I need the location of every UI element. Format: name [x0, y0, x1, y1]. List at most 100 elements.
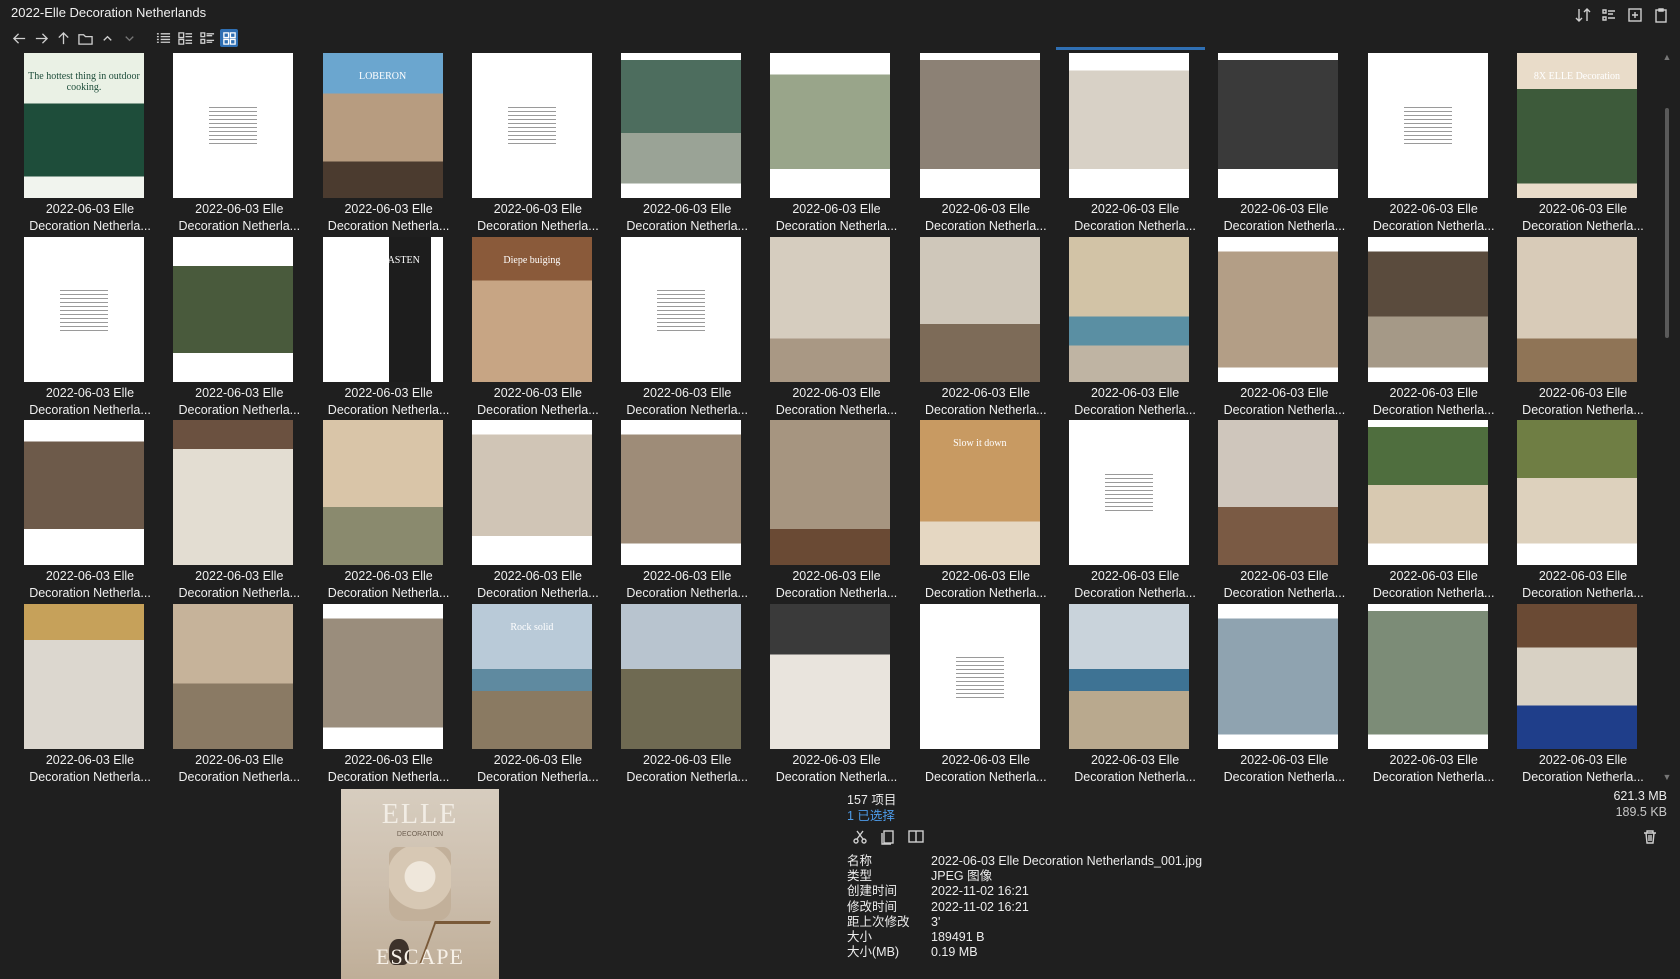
thumbnail-label-date: 2022-06-03 Elle [45, 202, 135, 216]
thumbnail-label-date: 2022-06-03 Elle [1538, 569, 1628, 583]
thumbnail-image [1218, 53, 1339, 198]
tree-view-icon[interactable] [198, 29, 216, 47]
vertical-scrollbar[interactable]: ▲ ▼ [1662, 52, 1672, 782]
up-icon[interactable] [54, 29, 72, 47]
thumbnail-image [770, 420, 891, 565]
thumbnail-item[interactable]: 2022-06-03 Elle Decoration Netherla... [317, 603, 466, 786]
thumbnail-item[interactable]: 2022-06-03 Elle Decoration Netherla... [914, 52, 1063, 236]
header-actions [1574, 6, 1670, 24]
thumbnail-label-date: 2022-06-03 Elle [344, 385, 433, 400]
thumbnail-image [770, 53, 891, 198]
thumbnail-item[interactable]: 2022-06-03 Elle Decoration Netherla... [615, 603, 764, 786]
thumbnail-item[interactable]: 8X ELLE Decoration 2022-06-03 Elle Decorat… [1511, 52, 1648, 236]
folder-icon[interactable] [76, 29, 94, 47]
thumbnail-item[interactable]: 2022-06-03 Elle Decoration Netherla... [1063, 419, 1212, 603]
thumbnail-label-date: 2022-06-03 Elle [1240, 385, 1329, 400]
thumbnail-label-name: Decoration Netherla... [1522, 402, 1644, 417]
thumbnail-caption: LOBERON [358, 71, 407, 82]
thumbnail-image [173, 53, 294, 198]
thumbnail-view-icon[interactable] [220, 29, 238, 47]
thumbnail-item[interactable]: 2022-06-03 Elle Decoration Netherla... [1063, 236, 1212, 420]
thumbnail-item[interactable]: 2022-06-03 Elle Decoration Netherla... [764, 52, 913, 236]
thumbnail-item[interactable]: 2022-06-03 Elle Decoration Netherla... [615, 236, 764, 420]
chevron-down-icon[interactable] [120, 29, 138, 47]
thumbnail-item[interactable]: Rock solid 2022-06-03 Elle Decoration Neth… [466, 603, 615, 786]
thumbnail-item[interactable]: 2022-06-03 Elle Decoration Netherla... [1511, 603, 1648, 786]
scroll-up-icon[interactable]: ▲ [1662, 52, 1672, 62]
back-icon[interactable] [10, 29, 28, 47]
thumbnail-item[interactable]: 2022-06-03 Elle Decoration Netherla... [764, 603, 913, 786]
thumbnail-item[interactable]: 2022-06-03 Elle Decoration Netherla... [167, 419, 316, 603]
thumbnail-label-name: Decoration Netherla... [626, 769, 748, 784]
thumbnail-item[interactable]: 2022-06-03 Elle Decoration Netherla... [1212, 603, 1361, 786]
chevron-up-icon[interactable] [98, 29, 116, 47]
trash-icon[interactable] [1641, 828, 1659, 846]
thumbnail-item[interactable]: LOBERON 2022-06-03 Elle Decoration Netherl… [317, 52, 466, 236]
thumbnail-item[interactable]: ZOMERGASTEN 2022-06-03 Elle Decoration Net… [317, 236, 466, 420]
thumbnail-label-name: Decoration Netherla... [178, 769, 301, 784]
thumbnail-item[interactable]: 2022-06-03 Elle Decoration Netherla... [1362, 52, 1511, 236]
thumbnail-image [24, 420, 144, 565]
thumbnail-item[interactable]: 2022-06-03 Elle Decoration Netherla... [1063, 52, 1212, 236]
scissors-icon[interactable] [851, 828, 869, 846]
thumbnail-item[interactable]: 2022-06-03 Elle Decoration Netherla... [1362, 419, 1511, 603]
thumbnail-item[interactable]: 2022-06-03 Elle Decoration Netherla... [615, 52, 764, 236]
thumbnail-label-name: Decoration Netherla... [1372, 769, 1495, 784]
thumbnail-item[interactable]: 2022-06-03 Elle Decoration Netherla... [466, 419, 615, 603]
property-value: 2022-11-02 16:21 [931, 899, 1029, 914]
window-title: 2022-Elle Decoration Netherlands [11, 5, 207, 20]
thumbnail-item[interactable]: 2022-06-03 Elle Decoration Netherla... [317, 419, 466, 603]
thumbnail-item[interactable]: 2022-06-03 Elle Decoration Netherla... [615, 419, 764, 603]
thumbnail-item[interactable]: 2022-06-03 Elle Decoration Netherla... [1212, 236, 1361, 420]
thumbnail-item[interactable]: 2022-06-03 Elle Decoration Netherla... [914, 236, 1063, 420]
scrollbar-thumb[interactable] [1665, 108, 1669, 338]
thumbnail-label-name: Decoration Netherla... [1223, 402, 1346, 417]
thumbnail-label-name: Decoration Netherla... [327, 219, 450, 233]
list-view-icon[interactable] [154, 29, 172, 47]
thumbnail-item[interactable]: 2022-06-03 Elle Decoration Netherla... [1063, 603, 1212, 786]
thumbnail-item[interactable]: 2022-06-03 Elle Decoration Netherla... [466, 52, 615, 236]
thumbnail-label: 2022-06-03 Elle Decoration Netherla... [1215, 752, 1353, 786]
thumbnail-label-name: Decoration Netherla... [1074, 402, 1196, 417]
scroll-down-icon[interactable]: ▼ [1662, 772, 1672, 782]
thumbnail-item[interactable]: 2022-06-03 Elle Decoration Netherla... [764, 419, 913, 603]
thumbnail-item[interactable]: 2022-06-03 Elle Decoration Netherla... [167, 52, 316, 236]
thumbnail-item[interactable]: 2022-06-03 Elle Decoration Netherla... [1362, 236, 1511, 420]
add-panel-icon[interactable] [1626, 6, 1644, 24]
thumbnail-item[interactable]: 2022-06-03 Elle Decoration Netherla... [1212, 52, 1361, 236]
checklist-icon[interactable] [1600, 6, 1618, 24]
detail-view-icon[interactable] [176, 29, 194, 47]
thumbnail-item[interactable]: 2022-06-03 Elle Decoration Netherla... [1511, 236, 1648, 420]
copy-icon[interactable] [879, 828, 897, 846]
thumbnail-item[interactable]: 2022-06-03 Elle Decoration Netherla... [167, 236, 316, 420]
thumbnail-image [621, 236, 742, 382]
thumbnail-label: 2022-06-03 Elle Decoration Netherla... [320, 568, 458, 602]
thumbnail-item[interactable]: Diepe buiging 2022-06-03 Elle Decoration N… [466, 236, 615, 420]
sort-icon[interactable] [1574, 6, 1592, 24]
thumbnail-image [1367, 603, 1488, 749]
thumbnail-image: 8X ELLE Decoration [1516, 53, 1637, 198]
thumbnail-label: 2022-06-03 Elle Decoration Netherla... [1365, 385, 1503, 419]
compare-icon[interactable] [907, 828, 925, 846]
navigation-toolbar [10, 27, 238, 49]
thumbnail-item[interactable]: 2022-06-03 Elle Decoration Netherla... [1212, 419, 1361, 603]
thumbnail-label-name: Decoration Netherla... [626, 586, 748, 600]
selection-count[interactable]: 1 已选择 [847, 805, 895, 824]
thumbnail-label-date: 2022-06-03 Elle [45, 569, 135, 583]
thumbnail-image [1516, 236, 1637, 382]
thumbnail-label: 2022-06-03 Elle Decoration Netherla... [170, 201, 308, 235]
thumbnail-item[interactable]: 2022-06-03 Elle Decoration Netherla... [18, 419, 167, 603]
thumbnail-item[interactable]: 2022-06-03 Elle Decoration Netherla... [167, 603, 316, 786]
thumbnail-item[interactable]: 2022-06-03 Elle Decoration Netherla... [1511, 419, 1648, 603]
thumbnail-item[interactable]: 2022-06-03 Elle Decoration Netherla... [18, 603, 167, 786]
thumbnail-item[interactable]: Slow it down 2022-06-03 Elle Decoration Ne… [914, 419, 1063, 603]
forward-icon[interactable] [32, 29, 50, 47]
thumbnail-item[interactable]: 2022-06-03 Elle Decoration Netherla... [18, 236, 167, 420]
thumbnail-item[interactable]: 2022-06-03 Elle Decoration Netherla... [764, 236, 913, 420]
property-key: 名称 [847, 854, 873, 868]
thumbnail-label: 2022-06-03 Elle Decoration Netherla... [767, 568, 905, 602]
thumbnail-item[interactable]: 2022-06-03 Elle Decoration Netherla... [914, 603, 1063, 786]
thumbnail-item[interactable]: 2022-06-03 Elle Decoration Netherla... [1362, 603, 1511, 786]
clipboard-icon[interactable] [1652, 6, 1670, 24]
thumbnail-item[interactable]: The hottest thing in outdoor cooking. 202… [18, 52, 167, 236]
